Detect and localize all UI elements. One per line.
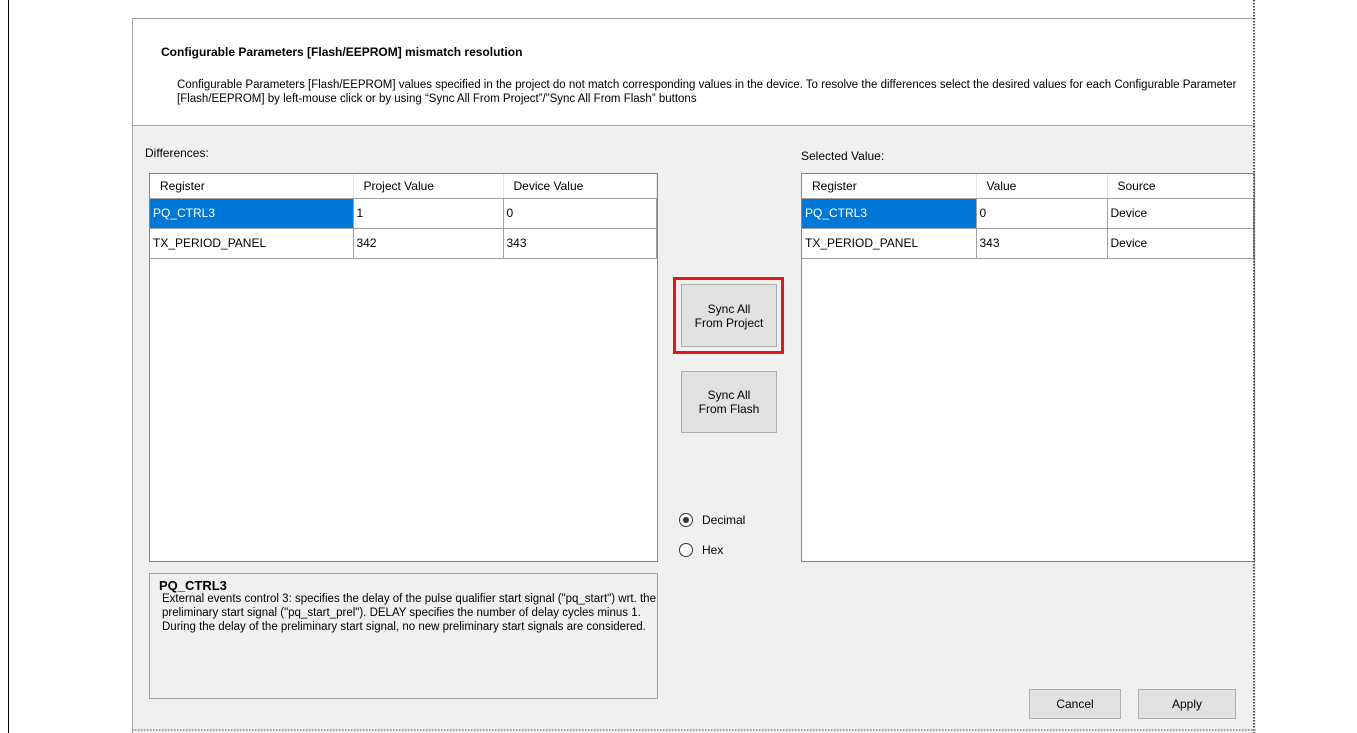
cell-source[interactable]: Device	[1107, 198, 1254, 229]
cell-register[interactable]: PQ_CTRL3	[802, 198, 977, 229]
cell-value[interactable]: 343	[976, 228, 1108, 259]
dialog-title: Configurable Parameters [Flash/EEPROM] m…	[161, 45, 523, 59]
differences-grid[interactable]: Register Project Value Device Value PQ_C…	[149, 173, 658, 562]
radio-decimal-indicator[interactable]	[679, 513, 693, 527]
sync-project-label-line1: Sync All	[707, 301, 751, 316]
selected-value-label: Selected Value:	[801, 149, 885, 163]
column-header-register[interactable]: Register	[150, 174, 354, 199]
column-header-device-value[interactable]: Device Value	[503, 174, 657, 199]
table-row[interactable]: PQ_CTRL3 1 0	[150, 198, 657, 229]
radio-decimal-label: Decimal	[702, 513, 746, 527]
column-header-register[interactable]: Register	[802, 174, 977, 199]
selected-value-grid[interactable]: Register Value Source PQ_CTRL3 0 Device …	[801, 173, 1255, 562]
sync-flash-label-line2: From Flash	[698, 402, 760, 416]
differences-label: Differences:	[145, 146, 209, 160]
cell-register[interactable]: PQ_CTRL3	[150, 198, 354, 229]
window-edge-bottom	[132, 729, 1256, 731]
cell-device-value[interactable]: 0	[503, 198, 657, 229]
window-edge-right	[1253, 0, 1255, 733]
sync-all-from-project-button[interactable]: Sync All From Project	[681, 284, 777, 347]
cell-source[interactable]: Device	[1107, 228, 1254, 259]
table-row[interactable]: TX_PERIOD_PANEL 342 343	[150, 228, 657, 259]
sync-flash-label-line1: Sync All	[707, 388, 751, 402]
cancel-button[interactable]: Cancel	[1029, 689, 1121, 719]
register-description-box: PQ_CTRL3 External events control 3: spec…	[149, 573, 658, 699]
dialog-header: Configurable Parameters [Flash/EEPROM] m…	[133, 19, 1255, 126]
sync-project-label-line2: From Project	[694, 315, 764, 330]
table-row[interactable]: PQ_CTRL3 0 Device	[802, 198, 1254, 229]
table-row[interactable]: TX_PERIOD_PANEL 343 Device	[802, 228, 1254, 259]
radio-hex[interactable]: Hex	[679, 543, 723, 557]
column-header-source[interactable]: Source	[1107, 174, 1254, 199]
register-description-text: External events control 3: specifies the…	[162, 593, 656, 633]
radio-hex-indicator[interactable]	[679, 543, 693, 557]
mismatch-resolution-dialog: Configurable Parameters [Flash/EEPROM] m…	[132, 18, 1256, 733]
radio-decimal[interactable]: Decimal	[679, 513, 745, 527]
cell-project-value[interactable]: 342	[353, 228, 504, 259]
cell-value[interactable]: 0	[976, 198, 1108, 229]
cell-register[interactable]: TX_PERIOD_PANEL	[150, 228, 354, 259]
cell-device-value[interactable]: 343	[503, 228, 657, 259]
apply-button[interactable]: Apply	[1138, 689, 1236, 719]
dialog-description: Configurable Parameters [Flash/EEPROM] v…	[177, 79, 1237, 105]
window-edge-left	[8, 0, 9, 733]
column-header-value[interactable]: Value	[976, 174, 1108, 199]
register-description-title: PQ_CTRL3	[159, 578, 227, 593]
cell-register[interactable]: TX_PERIOD_PANEL	[802, 228, 977, 259]
cell-project-value[interactable]: 1	[353, 198, 504, 229]
sync-all-from-flash-button[interactable]: Sync All From Flash	[681, 371, 777, 433]
column-header-project-value[interactable]: Project Value	[353, 174, 504, 199]
radio-hex-label: Hex	[702, 543, 724, 557]
